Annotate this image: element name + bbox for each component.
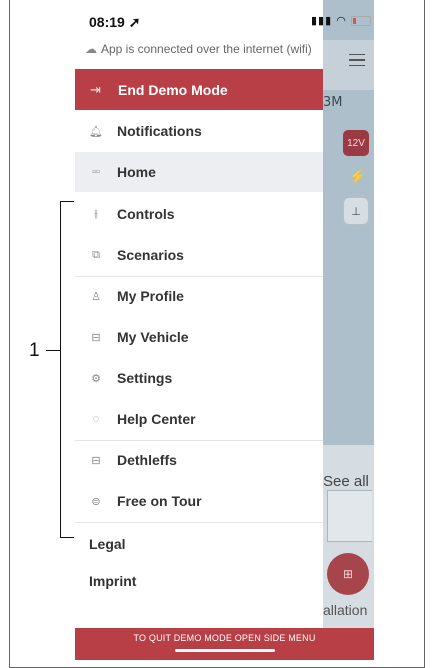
battery-12v-badge[interactable]: 12V: [343, 130, 369, 156]
menu-item-label: My Profile: [117, 288, 184, 304]
callout-leader-line: [46, 350, 60, 351]
signal-wifi-battery-icons: ▮▮▮ ◠: [311, 14, 371, 27]
installation-button[interactable]: ⊞: [327, 553, 369, 595]
callout-number: 1: [29, 340, 40, 361]
exit-icon: ⇥: [90, 81, 101, 97]
phone-screen: 3M 12V ⚡ ⊥ See all ⊞ allation ☁ App is co…: [75, 0, 374, 660]
demo-mode-banner: TO QUIT DEMO MODE OPEN SIDE MENU: [75, 628, 374, 660]
menu-item-label: Help Center: [117, 411, 196, 427]
menu-divider: [75, 522, 323, 523]
tap-icon[interactable]: ⊥: [343, 197, 369, 225]
connection-status: ☁ App is connected over the internet (wif…: [85, 42, 312, 56]
menu-item-label: Free on Tour: [117, 493, 202, 509]
plug-icon: ⚡: [349, 168, 367, 184]
background-card: [327, 490, 372, 542]
hamburger-icon[interactable]: [349, 54, 365, 66]
grid-icon: ▫▫: [92, 166, 100, 178]
home-indicator[interactable]: [175, 649, 275, 652]
menu-item-free-on-tour[interactable]: ⊜ Free on Tour: [75, 481, 323, 521]
menu-item-help-center[interactable]: ◌ Help Center: [75, 399, 323, 439]
background-heading: 3M: [323, 95, 343, 110]
scenario-icon: ⧉: [92, 248, 100, 261]
vehicle-icon: ⊟: [91, 331, 101, 344]
menu-item-label: Settings: [117, 370, 173, 386]
signal-icon: ▮▮▮ ◠: [311, 15, 347, 27]
status-bar: 08:19 ➚ ▮▮▮ ◠: [75, 0, 374, 38]
menu-item-settings[interactable]: ⚙ Settings: [75, 358, 323, 398]
side-menu: ☁ App is connected over the internet (wif…: [75, 0, 323, 660]
gear-icon: ⚙: [91, 372, 101, 385]
menu-item-scenarios[interactable]: ⧉ Scenarios: [75, 235, 323, 275]
legal-link[interactable]: Legal: [89, 536, 126, 552]
end-demo-mode-label: End Demo Mode: [118, 81, 228, 98]
menu-item-label: Controls: [117, 206, 175, 222]
menu-item-label: Notifications: [117, 123, 202, 139]
callout-bracket: [60, 201, 74, 538]
bell-icon: 🔔︎: [89, 125, 103, 138]
imprint-link[interactable]: Imprint: [89, 573, 136, 589]
menu-item-label: My Vehicle: [117, 329, 189, 345]
status-time: 08:19 ➚: [89, 14, 141, 30]
menu-item-controls[interactable]: ⫲ Controls: [75, 194, 323, 234]
tour-icon: ⊜: [91, 495, 101, 508]
end-demo-mode-button[interactable]: ⇥ End Demo Mode: [75, 69, 323, 110]
menu-item-label: Home: [117, 164, 156, 180]
installation-label: allation: [323, 602, 368, 618]
sliders-icon: ⫲: [94, 207, 98, 220]
battery-icon: [350, 16, 371, 27]
demo-mode-banner-text: TO QUIT DEMO MODE OPEN SIDE MENU: [133, 633, 316, 643]
user-icon: ♙: [91, 290, 101, 303]
menu-item-my-vehicle[interactable]: ⊟ My Vehicle: [75, 317, 323, 357]
menu-item-label: Dethleffs: [117, 452, 177, 468]
see-all-link[interactable]: See all: [323, 473, 369, 490]
menu-item-dethleffs[interactable]: ⊟ Dethleffs: [75, 440, 323, 480]
vehicle-icon: ⊟: [91, 454, 101, 467]
menu-item-label: Scenarios: [117, 247, 184, 263]
menu-item-my-profile[interactable]: ♙ My Profile: [75, 276, 323, 316]
menu-item-notifications[interactable]: 🔔︎ Notifications: [75, 111, 323, 151]
menu-item-home[interactable]: ▫▫ Home: [75, 152, 323, 192]
connection-text: App is connected over the internet (wifi…: [101, 42, 312, 56]
headset-icon: ◌: [92, 413, 100, 425]
cloud-icon: ☁: [85, 42, 97, 56]
